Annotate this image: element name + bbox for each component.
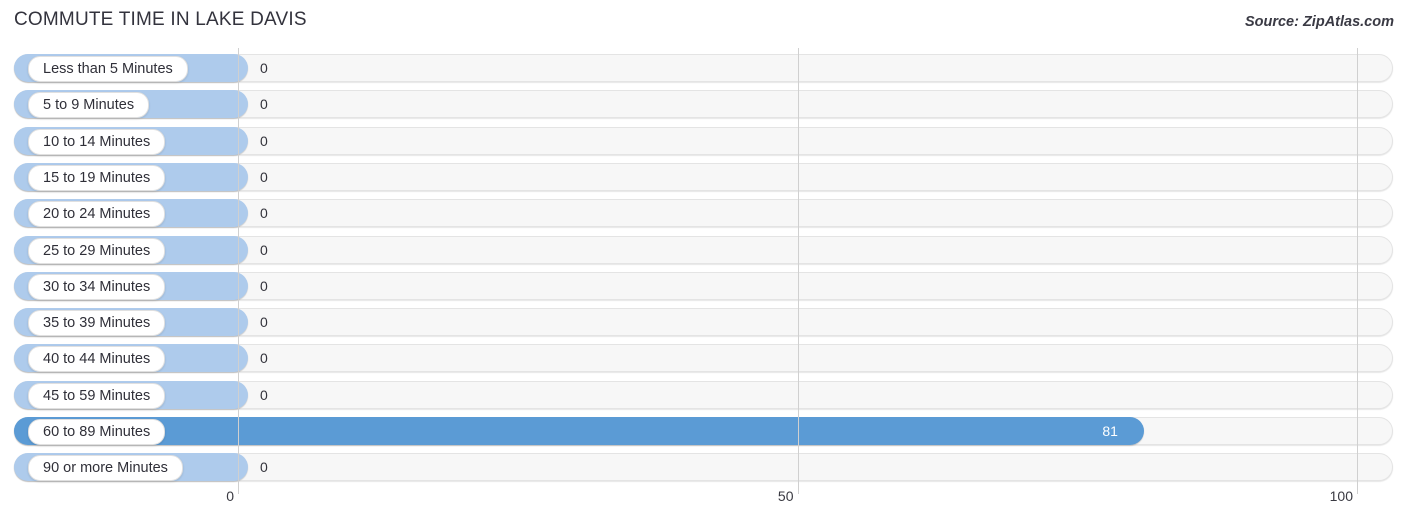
bar-value-label: 0 (260, 314, 268, 331)
gridline-0 (238, 48, 239, 494)
axis-tick-label: 100 (1329, 488, 1353, 504)
bar-value-label: 0 (260, 60, 268, 76)
bar-category-label: 5 to 9 Minutes (28, 92, 150, 119)
bar-value-label: 0 (260, 96, 268, 113)
bar-row[interactable]: Less than 5 Minutes 0 (14, 54, 1393, 82)
bar-row[interactable]: 15 to 19 Minutes 0 (14, 162, 1393, 191)
bar-row[interactable]: 35 to 39 Minutes 0 (14, 308, 1393, 337)
bar-category-label: 20 to 24 Minutes (28, 201, 166, 228)
bar-value-label: 0 (260, 459, 268, 476)
bar-category-label: 25 to 29 Minutes (28, 237, 166, 264)
x-axis: 0 50 100 (0, 488, 1406, 522)
bar-row[interactable]: 60 to 89 Minutes 81 (14, 417, 1393, 445)
bar-category-label: 45 to 59 Minutes (28, 382, 166, 409)
bar-row[interactable]: 10 to 14 Minutes 0 (14, 126, 1393, 155)
bar-value-label: 0 (260, 277, 268, 294)
bar-category-label: 60 to 89 Minutes (28, 419, 166, 445)
source-attribution: Source: ZipAtlas.com (1244, 14, 1394, 30)
bar-value-label: 0 (260, 132, 268, 149)
bar-value-label: 0 (260, 205, 268, 222)
bar-row[interactable]: 45 to 59 Minutes 0 (14, 380, 1393, 409)
gridline-50 (797, 48, 799, 494)
bar-category-label: 90 or more Minutes (28, 455, 183, 482)
bar-category-label: 35 to 39 Minutes (28, 310, 166, 337)
bar-value-label: 0 (260, 386, 268, 403)
bar-row[interactable]: 30 to 34 Minutes 0 (14, 271, 1393, 300)
bar-category-label: 40 to 44 Minutes (28, 346, 166, 373)
bar-category-label: 15 to 19 Minutes (28, 164, 166, 191)
page-title: COMMUTE TIME IN LAKE DAVIS (14, 9, 307, 30)
bar-value-label: 81 (1102, 423, 1118, 439)
bar-value-label: 0 (260, 350, 268, 367)
axis-tick-label: 50 (777, 488, 794, 504)
bar-row[interactable]: 90 or more Minutes 0 (14, 453, 1393, 482)
bar-row[interactable]: 5 to 9 Minutes 0 (14, 90, 1393, 119)
bar-category-label: Less than 5 Minutes (28, 56, 188, 82)
axis-tick-label: 0 (226, 488, 234, 504)
bar-fill (14, 417, 1145, 445)
gridline-100 (1357, 48, 1358, 494)
bar-row[interactable]: 25 to 29 Minutes 0 (14, 235, 1393, 264)
bar-value-label: 0 (260, 241, 268, 258)
bar-row[interactable]: 20 to 24 Minutes 0 (14, 199, 1393, 228)
bar-value-label: 0 (260, 168, 268, 185)
bar-category-label: 30 to 34 Minutes (28, 273, 166, 300)
bar-category-label: 10 to 14 Minutes (28, 128, 166, 155)
plot-area: Less than 5 Minutes 0 5 to 9 Minutes 0 10 to… (0, 48, 1406, 494)
bar-row[interactable]: 40 to 44 Minutes 0 (14, 344, 1393, 373)
